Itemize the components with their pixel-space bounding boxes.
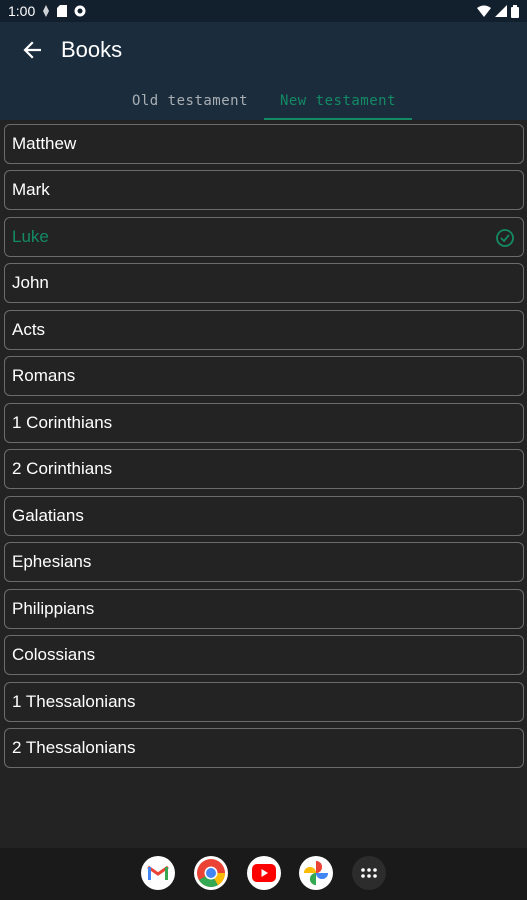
book-item-luke[interactable]: Luke (4, 217, 524, 257)
wifi-icon (477, 5, 491, 17)
book-item-john[interactable]: John (4, 263, 524, 303)
book-item-2-thessalonians[interactable]: 2 Thessalonians (4, 728, 524, 768)
book-label: 2 Thessalonians (12, 738, 136, 757)
sim-card-icon (57, 5, 68, 17)
app-drawer-icon[interactable] (352, 856, 386, 890)
book-label: Ephesians (12, 552, 92, 571)
book-item-matthew[interactable]: Matthew (4, 124, 524, 164)
battery-icon (511, 4, 519, 18)
book-item-ephesians[interactable]: Ephesians (4, 542, 524, 582)
book-item-colossians[interactable]: Colossians (4, 635, 524, 675)
testament-tabs: Old testament New testament (0, 82, 527, 120)
photos-icon[interactable] (299, 856, 333, 890)
app-dock (0, 848, 527, 900)
book-label: Romans (12, 366, 76, 385)
book-label: Acts (12, 320, 46, 339)
book-item-acts[interactable]: Acts (4, 310, 524, 350)
book-label: Luke (12, 227, 49, 246)
check-circle-icon (496, 229, 514, 247)
book-label: Colossians (12, 645, 96, 664)
book-item-romans[interactable]: Romans (4, 356, 524, 396)
sync-icon (74, 5, 86, 17)
signal-icon (495, 5, 507, 17)
book-label: John (12, 273, 49, 292)
app-bar: Books Old testament New testament (0, 22, 527, 120)
tab-new-testament[interactable]: New testament (264, 82, 412, 120)
book-label: 2 Corinthians (12, 459, 113, 478)
book-label: Mark (12, 180, 50, 199)
chrome-icon[interactable] (194, 856, 228, 890)
book-item-1-thessalonians[interactable]: 1 Thessalonians (4, 682, 524, 722)
book-item-2-corinthians[interactable]: 2 Corinthians (4, 449, 524, 489)
status-time: 1:00 (8, 3, 36, 19)
book-item-philippians[interactable]: Philippians (4, 589, 524, 629)
notification-icon (43, 5, 50, 17)
book-label: Galatians (12, 506, 84, 525)
book-label: 1 Corinthians (12, 413, 113, 432)
arrow-back-icon (23, 41, 41, 59)
book-item-galatians[interactable]: Galatians (4, 496, 524, 536)
book-label: Philippians (12, 599, 95, 618)
youtube-icon[interactable] (247, 856, 281, 890)
status-bar: 1:00 (0, 0, 527, 22)
page-title: Books (61, 37, 123, 62)
back-button[interactable] (16, 34, 48, 66)
tab-old-testament[interactable]: Old testament (120, 82, 260, 120)
book-item-1-corinthians[interactable]: 1 Corinthians (4, 403, 524, 443)
book-label: 1 Thessalonians (12, 692, 136, 711)
book-item-mark[interactable]: Mark (4, 170, 524, 210)
book-label: Matthew (12, 134, 77, 153)
tab-indicator (264, 118, 412, 120)
gmail-icon[interactable] (141, 856, 175, 890)
